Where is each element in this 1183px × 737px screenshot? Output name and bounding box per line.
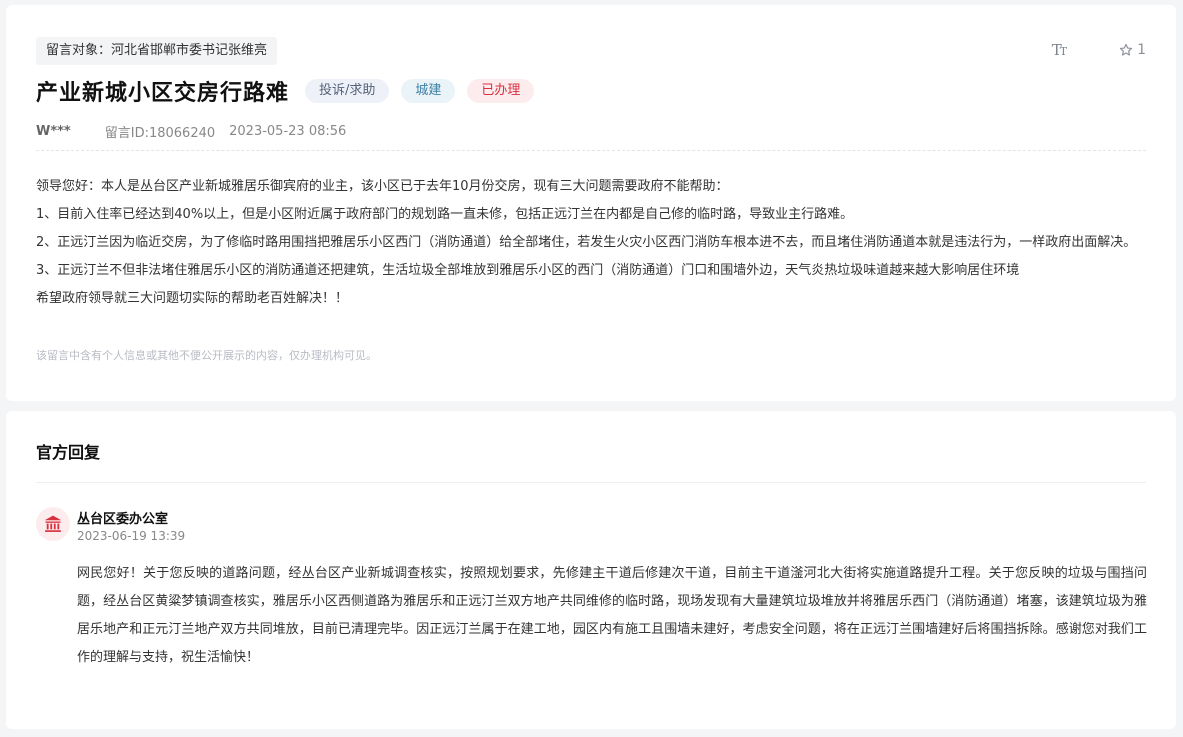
title-row: 产业新城小区交房行路难 投诉/求助 城建 已办理 <box>36 75 535 107</box>
message-paragraph: 领导您好：本人是丛台区产业新城雅居乐御宾府的业主，该小区已于去年10月份交房，现… <box>36 179 729 194</box>
divider <box>36 150 1146 151</box>
favorite-count: 1 <box>1137 42 1146 58</box>
tag-type: 投诉/求助 <box>305 79 390 103</box>
message-tools: TT 1 <box>1052 41 1146 59</box>
message-title: 产业新城小区交房行路难 <box>36 81 290 106</box>
star-icon <box>1119 43 1133 56</box>
reply-card: 官方回复 丛台区委办公室 2023-06-19 13:39 网民您好！关于您反映… <box>6 411 1176 729</box>
government-building-icon <box>44 515 62 532</box>
message-paragraph: 1、目前入住率已经达到40%以上，但是小区附近属于政府部门的规划路一直未修，包括… <box>36 207 854 222</box>
reply-time: 2023-06-19 13:39 <box>77 529 186 543</box>
message-meta: W*** 留言ID:18066240 2023-05-23 08:56 <box>36 122 346 141</box>
favorite-button[interactable]: 1 <box>1119 42 1146 58</box>
font-size-icon[interactable]: TT <box>1052 41 1067 59</box>
author: W*** <box>36 124 71 139</box>
message-paragraph: 希望政府领导就三大问题切实际的帮助老百姓解决！！ <box>36 291 349 306</box>
message-id: 留言ID:18066240 <box>104 126 216 141</box>
reply-section-title: 官方回复 <box>36 443 101 462</box>
message-date: 2023-05-23 08:56 <box>229 124 347 139</box>
reply-content: 网民您好！关于您反映的道路问题，经丛台区产业新城调查核实，按照规划要求，先修建主… <box>77 566 1147 665</box>
status-badge: 已办理 <box>467 79 535 103</box>
message-target-label: 留言对象：河北省邯郸市委书记张维亮 <box>36 37 278 65</box>
avatar <box>36 507 70 541</box>
divider <box>36 482 1146 483</box>
message-paragraph: 2、正远汀兰因为临近交房，为了修临时路用围挡把雅居乐小区西门（消防通道）给全部堵… <box>36 235 1137 250</box>
message-paragraph: 3、正远汀兰不但非法堵住雅居乐小区的消防通道还把建筑，生活垃圾全部堆放到雅居乐小… <box>36 263 1020 278</box>
reply-org-name: 丛台区委办公室 <box>77 512 169 527</box>
privacy-notice: 该留言中含有个人信息或其他不便公开展示的内容，仅办理机构可见。 <box>36 349 377 362</box>
message-content: 领导您好：本人是丛台区产业新城雅居乐御宾府的业主，该小区已于去年10月份交房，现… <box>36 173 1146 313</box>
tag-field: 城建 <box>401 79 456 103</box>
message-card: 留言对象：河北省邯郸市委书记张维亮 TT 1 产业新城小区交房行路难 投诉/求助… <box>6 5 1176 401</box>
